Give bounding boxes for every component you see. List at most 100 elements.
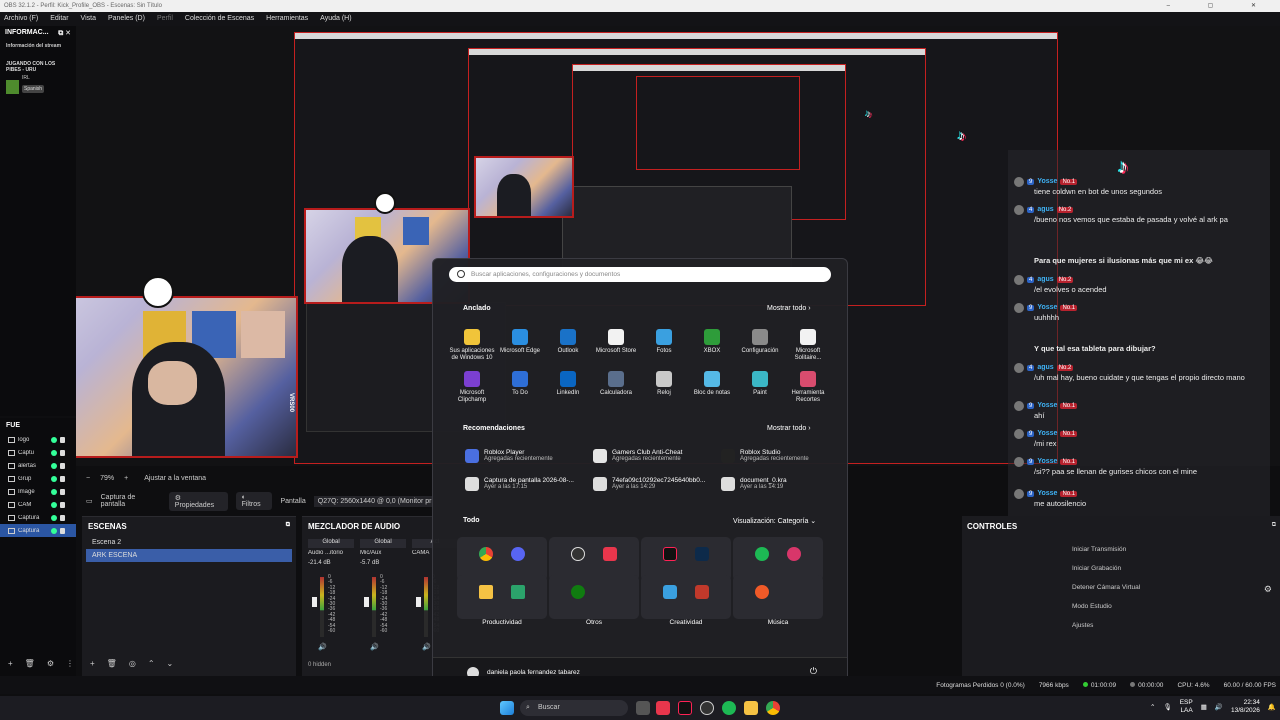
visibility-toggle-icon[interactable] xyxy=(51,488,57,495)
mute-icon[interactable]: 🔊 xyxy=(422,643,431,651)
pinned-app[interactable]: Configuración xyxy=(735,329,785,355)
visibility-toggle-icon[interactable] xyxy=(51,436,57,443)
menu-coleccion-escenas[interactable]: Colección de Escenas xyxy=(185,12,254,26)
pinned-app[interactable]: LinkedIn xyxy=(543,371,593,397)
gear-icon[interactable]: ⚙ xyxy=(1264,584,1272,595)
recommendation-item[interactable]: Roblox Player Agregadas recientemente xyxy=(465,449,553,463)
window-controls[interactable]: – ▢ ✕ xyxy=(1167,0,1274,12)
pinned-app[interactable]: Paint xyxy=(735,371,785,397)
scene-item[interactable]: ARK ESCENA xyxy=(86,549,292,562)
source-item[interactable]: Captura xyxy=(0,511,76,524)
channel-name[interactable]: Mic/Aux xyxy=(360,550,406,556)
source-item[interactable]: Grup xyxy=(0,472,76,485)
language-indicator[interactable]: ESP LAA xyxy=(1180,699,1193,715)
notifications-icon[interactable]: 🔔 xyxy=(1268,703,1276,711)
visibility-toggle-icon[interactable] xyxy=(51,514,57,521)
menu-ayuda[interactable]: Ayuda (H) xyxy=(320,12,351,26)
recommendation-item[interactable]: Roblox Studio Agregadas recientemente xyxy=(721,449,809,463)
lock-icon[interactable] xyxy=(60,436,65,443)
more-icon[interactable]: ⋮ xyxy=(66,659,74,668)
mute-icon[interactable]: 🔊 xyxy=(370,643,379,651)
display-select[interactable]: Q27Q: 2560x1440 @ 0,0 (Monitor pri xyxy=(313,495,432,507)
volume-fader[interactable] xyxy=(312,597,317,607)
add-source-button[interactable]: + xyxy=(8,659,13,668)
zoom-in-button[interactable]: + xyxy=(124,475,128,482)
control-button[interactable]: Detener Cámara Virtual xyxy=(1072,584,1140,591)
app-icon[interactable] xyxy=(656,701,670,715)
add-scene-button[interactable]: + xyxy=(90,659,95,668)
pinned-app[interactable]: Microsoft Clipchamp xyxy=(447,371,497,404)
fit-window-button[interactable]: Ajustar a la ventana xyxy=(144,475,206,482)
show-all-pinned-button[interactable]: Mostrar todo › xyxy=(767,305,811,312)
recommendation-item[interactable]: 74efa09c10292ec7245640bb0... Ayer a las 1… xyxy=(593,477,705,491)
pinned-app[interactable]: Microsoft Solitaire... xyxy=(783,329,833,362)
lock-icon[interactable] xyxy=(60,449,65,456)
menu-herramientas[interactable]: Herramientas xyxy=(266,12,308,26)
visibility-toggle-icon[interactable] xyxy=(51,449,57,456)
pinned-app[interactable]: Calculadora xyxy=(591,371,641,397)
dock-close-icon[interactable]: ⧉ ✕ xyxy=(58,29,71,38)
visibility-toggle-icon[interactable] xyxy=(51,475,57,482)
visibility-toggle-icon[interactable] xyxy=(51,527,57,534)
lock-icon[interactable] xyxy=(60,462,65,469)
task-view-icon[interactable] xyxy=(636,701,650,715)
menu-paneles[interactable]: Paneles (D) xyxy=(108,12,145,26)
lock-icon[interactable] xyxy=(60,527,65,534)
volume-fader[interactable] xyxy=(416,597,421,607)
pinned-app[interactable]: Herramienta Recortes xyxy=(783,371,833,404)
properties-button[interactable]: ⚙ Propiedades xyxy=(168,491,228,511)
scene-item[interactable]: Escena 2 xyxy=(86,536,292,549)
source-item[interactable]: logo xyxy=(0,433,76,446)
file-explorer-icon[interactable] xyxy=(744,701,758,715)
pinned-app[interactable]: Sus aplicaciones de Windows 10 xyxy=(447,329,497,362)
move-down-icon[interactable]: ⌄ xyxy=(167,659,174,668)
start-search-input[interactable]: Buscar aplicaciones, configuraciones y d… xyxy=(449,267,831,282)
windows-start-icon[interactable] xyxy=(500,701,514,715)
volume-fader[interactable] xyxy=(364,597,369,607)
source-item[interactable]: Image xyxy=(0,485,76,498)
pinned-app[interactable]: Microsoft Store xyxy=(591,329,641,355)
pinned-app[interactable]: XBOX xyxy=(687,329,737,355)
visibility-toggle-icon[interactable] xyxy=(51,462,57,469)
obs-icon[interactable] xyxy=(700,701,714,715)
recommendation-item[interactable]: Gamers Club Anti-Cheat Agregadas reciente… xyxy=(593,449,682,463)
zoom-out-button[interactable]: − xyxy=(86,475,90,482)
category-folder-creatividad-2[interactable] xyxy=(641,575,731,619)
recommendation-item[interactable]: document_0.kra Ayer a las 14:19 xyxy=(721,477,787,491)
control-button[interactable]: Iniciar Transmisión xyxy=(1072,546,1126,553)
category-folder-otros-2[interactable] xyxy=(549,575,639,619)
source-item[interactable]: alertas xyxy=(0,459,76,472)
move-up-icon[interactable]: ⌃ xyxy=(148,659,155,668)
visibility-toggle-icon[interactable] xyxy=(51,501,57,508)
dock-float-icon[interactable]: ⧉ xyxy=(1272,522,1276,529)
category-folder-musica-2[interactable] xyxy=(733,575,823,619)
source-settings-icon[interactable]: ⚙ xyxy=(47,659,54,668)
menu-perfil[interactable]: Perfil xyxy=(157,12,173,26)
pinned-app[interactable]: Microsoft Edge xyxy=(495,329,545,355)
menu-editar[interactable]: Editar xyxy=(50,12,68,26)
channel-name[interactable]: Audio ...itorio xyxy=(308,550,354,556)
category-folder-productividad-2[interactable] xyxy=(457,575,547,619)
source-item[interactable]: CAM xyxy=(0,498,76,511)
lock-icon[interactable] xyxy=(60,488,65,495)
recommendation-item[interactable]: Captura de pantalla 2026-08-... Ayer a la… xyxy=(465,477,574,491)
pinned-app[interactable]: Bloc de notas xyxy=(687,371,737,397)
source-item[interactable]: Captu xyxy=(0,446,76,459)
pinned-app[interactable]: To Do xyxy=(495,371,545,397)
pinned-app[interactable]: Fotos xyxy=(639,329,689,355)
mic-icon[interactable]: 🎙 xyxy=(1163,703,1171,711)
source-item[interactable]: Captura xyxy=(0,524,76,537)
user-name[interactable]: daniela paola fernandez tabarez xyxy=(487,669,580,676)
menu-vista[interactable]: Vista xyxy=(81,12,96,26)
tray-chevron-icon[interactable]: ⌃ xyxy=(1150,703,1155,711)
filters-button[interactable]: ◐ Filtros xyxy=(235,492,273,510)
network-icon[interactable]: ▦ xyxy=(1201,703,1207,711)
control-button[interactable]: Modo Estudio xyxy=(1072,603,1112,610)
lock-icon[interactable] xyxy=(60,501,65,508)
show-all-rec-button[interactable]: Mostrar todo › xyxy=(767,425,811,432)
volume-icon[interactable]: 🔊 xyxy=(1215,703,1223,711)
remove-source-icon[interactable]: 🗑 xyxy=(25,659,35,668)
scene-filter-icon[interactable]: ◎ xyxy=(129,659,136,668)
remove-scene-icon[interactable]: 🗑 xyxy=(107,659,117,668)
lock-icon[interactable] xyxy=(60,475,65,482)
